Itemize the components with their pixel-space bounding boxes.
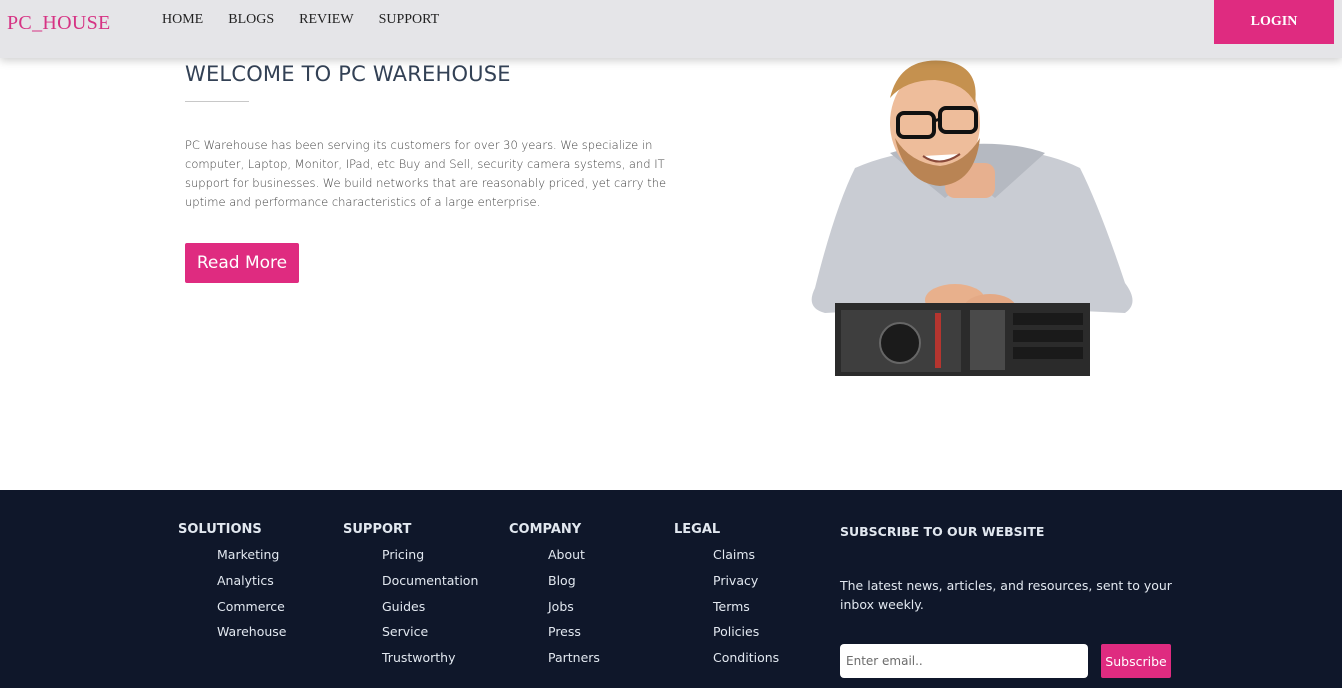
subscribe-title: SUBSCRIBE TO OUR WEBSITE [840, 524, 1045, 539]
read-more-button[interactable]: Read More [185, 243, 299, 283]
footer-link-documentation[interactable]: Documentation [382, 573, 478, 599]
top-navbar: PC_HOUSE HOME BLOGS REVIEW SUPPORT LOGIN [0, 0, 1342, 58]
footer-link-terms[interactable]: Terms [713, 599, 779, 625]
footer-heading: COMPANY [509, 522, 582, 537]
site-logo[interactable]: PC_HOUSE [7, 12, 111, 35]
nav-support[interactable]: SUPPORT [379, 12, 440, 28]
nav-review[interactable]: REVIEW [299, 12, 353, 28]
hero-image [795, 58, 1135, 376]
footer-link-partners[interactable]: Partners [548, 650, 600, 676]
hero-title: WELCOME TO PC WAREHOUSE [185, 62, 511, 86]
footer-col-solutions: SOLUTIONS Marketing Analytics Commerce W… [178, 522, 286, 650]
footer-heading: SOLUTIONS [178, 522, 262, 537]
title-underline [185, 101, 249, 102]
footer-link-jobs[interactable]: Jobs [548, 599, 600, 625]
footer-col-company: COMPANY About Blog Jobs Press Partners [509, 522, 600, 676]
subscribe-description: The latest news, articles, and resources… [840, 578, 1172, 612]
main-nav: HOME BLOGS REVIEW SUPPORT [162, 12, 464, 28]
footer-link-analytics[interactable]: Analytics [217, 573, 286, 599]
footer-link-privacy[interactable]: Privacy [713, 573, 779, 599]
footer-link-commerce[interactable]: Commerce [217, 599, 286, 625]
footer-link-claims[interactable]: Claims [713, 547, 779, 573]
site-footer: SOLUTIONS Marketing Analytics Commerce W… [0, 490, 1342, 688]
footer-link-guides[interactable]: Guides [382, 599, 478, 625]
footer-link-warehouse[interactable]: Warehouse [217, 624, 286, 650]
footer-heading: LEGAL [674, 522, 721, 537]
nav-home[interactable]: HOME [162, 12, 203, 28]
footer-heading: SUPPORT [343, 522, 412, 537]
footer-link-press[interactable]: Press [548, 624, 600, 650]
footer-link-conditions[interactable]: Conditions [713, 650, 779, 676]
login-button[interactable]: LOGIN [1214, 0, 1334, 44]
footer-link-about[interactable]: About [548, 547, 600, 573]
subscribe-button[interactable]: Subscribe [1101, 644, 1171, 678]
email-input[interactable] [840, 644, 1088, 678]
footer-col-legal: LEGAL Claims Privacy Terms Policies Cond… [674, 522, 779, 676]
nav-blogs[interactable]: BLOGS [228, 12, 274, 28]
footer-link-policies[interactable]: Policies [713, 624, 779, 650]
footer-link-blog[interactable]: Blog [548, 573, 600, 599]
footer-col-support: SUPPORT Pricing Documentation Guides Ser… [343, 522, 478, 676]
hero-description: PC Warehouse has been serving its custom… [185, 138, 667, 209]
footer-link-pricing[interactable]: Pricing [382, 547, 478, 573]
footer-link-trustworthy[interactable]: Trustworthy [382, 650, 478, 676]
footer-link-marketing[interactable]: Marketing [217, 547, 286, 573]
footer-link-service[interactable]: Service [382, 624, 478, 650]
